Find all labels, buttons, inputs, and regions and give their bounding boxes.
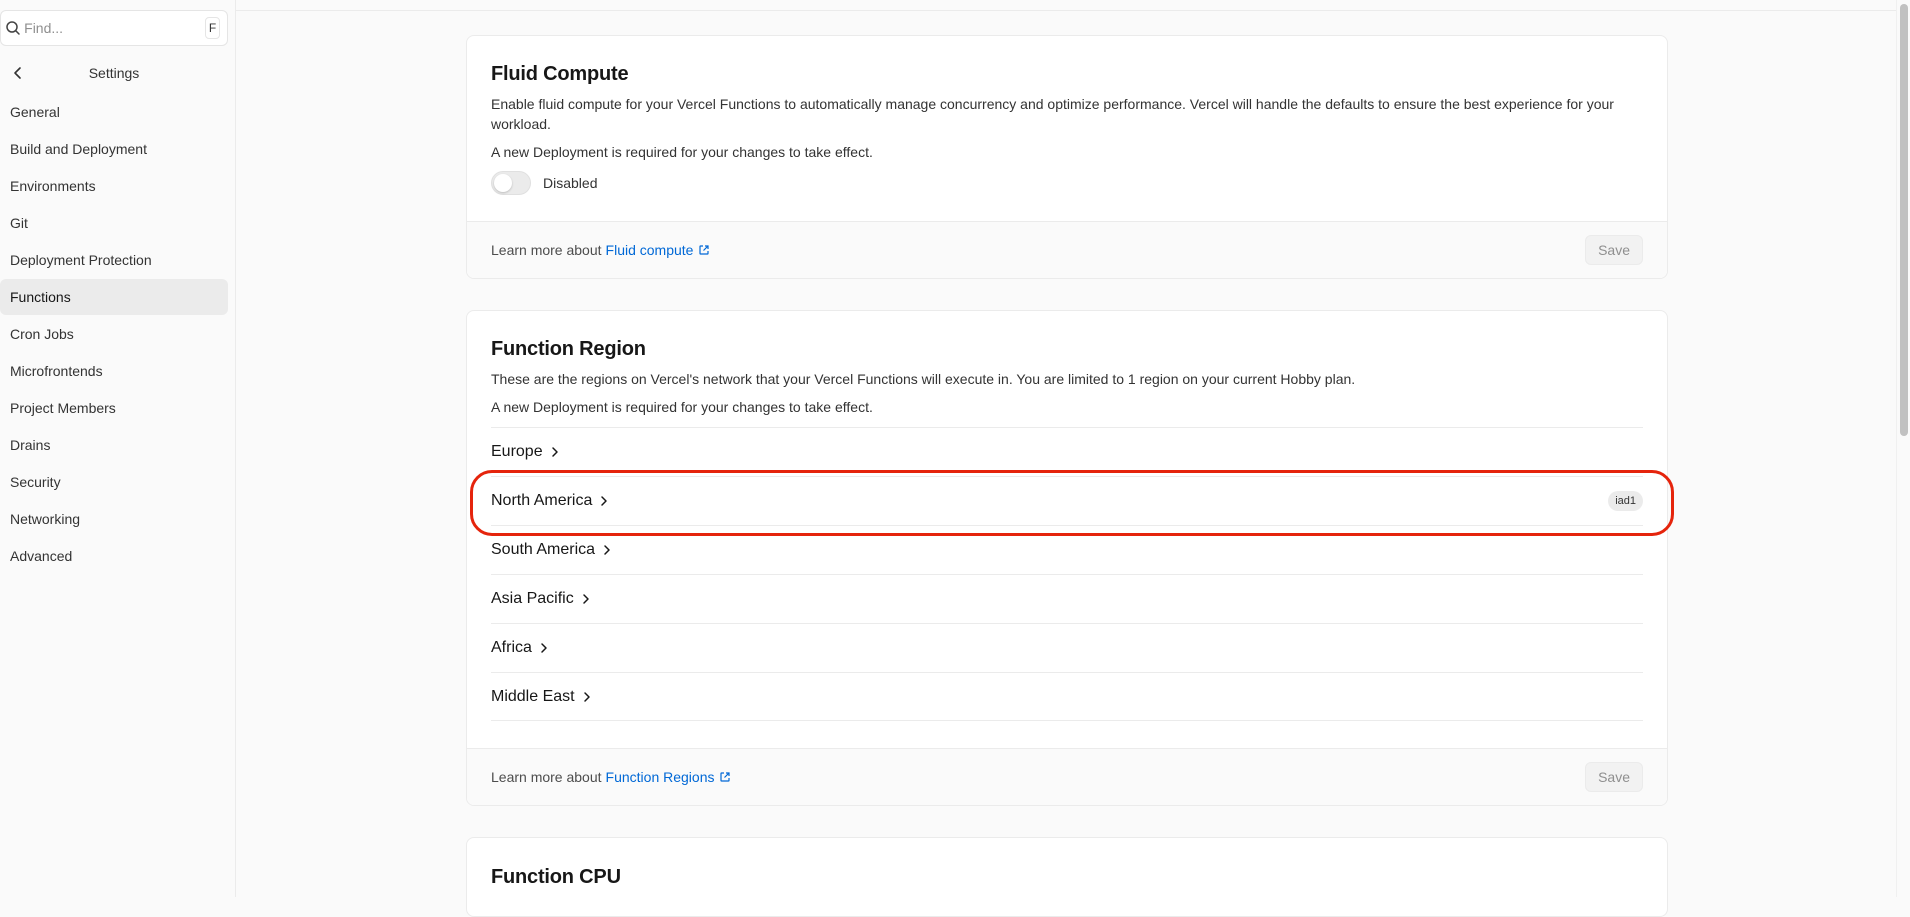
selected-region-badge: iad1 bbox=[1608, 491, 1643, 511]
fluid-compute-toggle[interactable] bbox=[491, 171, 531, 195]
external-link-icon bbox=[698, 244, 710, 256]
nav-item-functions[interactable]: Functions bbox=[0, 279, 228, 315]
chevron-right-icon bbox=[549, 446, 561, 458]
fluid-compute-toggle-label: Disabled bbox=[543, 175, 598, 191]
fluid-compute-note: A new Deployment is required for your ch… bbox=[491, 144, 873, 160]
region-row-africa[interactable]: Africa bbox=[491, 623, 1643, 672]
function-regions-link-label: Function Regions bbox=[605, 769, 715, 785]
nav-item-advanced[interactable]: Advanced bbox=[0, 538, 228, 574]
fluid-compute-save-button[interactable]: Save bbox=[1585, 235, 1643, 265]
region-row-europe[interactable]: Europe bbox=[491, 427, 1643, 476]
function-region-card: Function Region These are the regions on… bbox=[466, 310, 1668, 806]
region-name: Asia Pacific bbox=[491, 590, 574, 607]
region-name: Africa bbox=[491, 639, 532, 656]
fluid-compute-description: Enable fluid compute for your Vercel Fun… bbox=[491, 96, 1614, 132]
chevron-right-icon bbox=[581, 691, 593, 703]
nav-item-project-members[interactable]: Project Members bbox=[0, 390, 228, 426]
fluid-compute-card: Fluid Compute Enable fluid compute for y… bbox=[466, 35, 1668, 279]
chevron-right-icon bbox=[580, 593, 592, 605]
fluid-compute-link-label: Fluid compute bbox=[605, 242, 694, 258]
region-row-middle-east[interactable]: Middle East bbox=[491, 672, 1643, 721]
search-input[interactable] bbox=[24, 20, 206, 36]
chevron-right-icon bbox=[538, 642, 550, 654]
chevron-right-icon bbox=[601, 544, 613, 556]
nav-item-cron-jobs[interactable]: Cron Jobs bbox=[0, 316, 228, 352]
search-icon bbox=[1, 10, 24, 46]
nav-item-environments[interactable]: Environments bbox=[0, 168, 228, 204]
function-region-footer: Learn more about Function Regions Save bbox=[467, 748, 1667, 805]
fluid-compute-toggle-row: Disabled bbox=[491, 171, 1643, 195]
top-divider bbox=[236, 10, 1910, 11]
nav-item-networking[interactable]: Networking bbox=[0, 501, 228, 537]
nav-item-general[interactable]: General bbox=[0, 94, 228, 130]
fluid-compute-footer: Learn more about Fluid compute Save bbox=[467, 221, 1667, 278]
page-scrollbar[interactable] bbox=[1896, 0, 1910, 897]
function-region-save-button[interactable]: Save bbox=[1585, 762, 1643, 792]
sidebar-header: Settings bbox=[0, 58, 228, 88]
nav-item-security[interactable]: Security bbox=[0, 464, 228, 500]
fluid-compute-link[interactable]: Fluid compute bbox=[606, 242, 711, 258]
settings-nav: General Build and Deployment Environment… bbox=[0, 94, 228, 575]
search-box[interactable]: F bbox=[0, 10, 228, 46]
function-cpu-title: Function CPU bbox=[491, 866, 621, 888]
chevron-right-icon bbox=[598, 495, 610, 507]
region-name: South America bbox=[491, 541, 596, 558]
toggle-knob bbox=[494, 174, 512, 192]
fluid-compute-title: Fluid Compute bbox=[491, 63, 629, 85]
back-chevron-icon[interactable] bbox=[8, 63, 28, 83]
settings-sidebar: F Settings General Build and Deployment … bbox=[0, 0, 236, 897]
region-row-north-america[interactable]: North America iad1 bbox=[491, 476, 1643, 525]
search-shortcut-key: F bbox=[205, 17, 220, 39]
learn-more-text: Learn more about bbox=[491, 242, 602, 258]
region-row-asia-pacific[interactable]: Asia Pacific bbox=[491, 574, 1643, 623]
region-list: Europe North America iad1 South America … bbox=[491, 427, 1643, 721]
region-row-south-america[interactable]: South America bbox=[491, 525, 1643, 574]
nav-item-git[interactable]: Git bbox=[0, 205, 228, 241]
nav-item-deployment-protection[interactable]: Deployment Protection bbox=[0, 242, 228, 278]
external-link-icon bbox=[719, 771, 731, 783]
function-region-title: Function Region bbox=[491, 338, 646, 360]
function-cpu-card: Function CPU bbox=[466, 837, 1668, 917]
sidebar-title: Settings bbox=[88, 65, 140, 81]
region-name: North America bbox=[491, 492, 593, 509]
nav-item-drains[interactable]: Drains bbox=[0, 427, 228, 463]
nav-item-build-and-deployment[interactable]: Build and Deployment bbox=[0, 131, 228, 167]
learn-more-text: Learn more about bbox=[491, 769, 602, 785]
region-name: Europe bbox=[491, 443, 543, 460]
region-name: Middle East bbox=[491, 687, 575, 705]
nav-item-microfrontends[interactable]: Microfrontends bbox=[0, 353, 228, 389]
function-regions-link[interactable]: Function Regions bbox=[606, 769, 732, 785]
function-region-description: These are the regions on Vercel's networ… bbox=[491, 371, 1356, 387]
function-region-note: A new Deployment is required for your ch… bbox=[491, 399, 873, 415]
scrollbar-thumb[interactable] bbox=[1900, 4, 1908, 436]
